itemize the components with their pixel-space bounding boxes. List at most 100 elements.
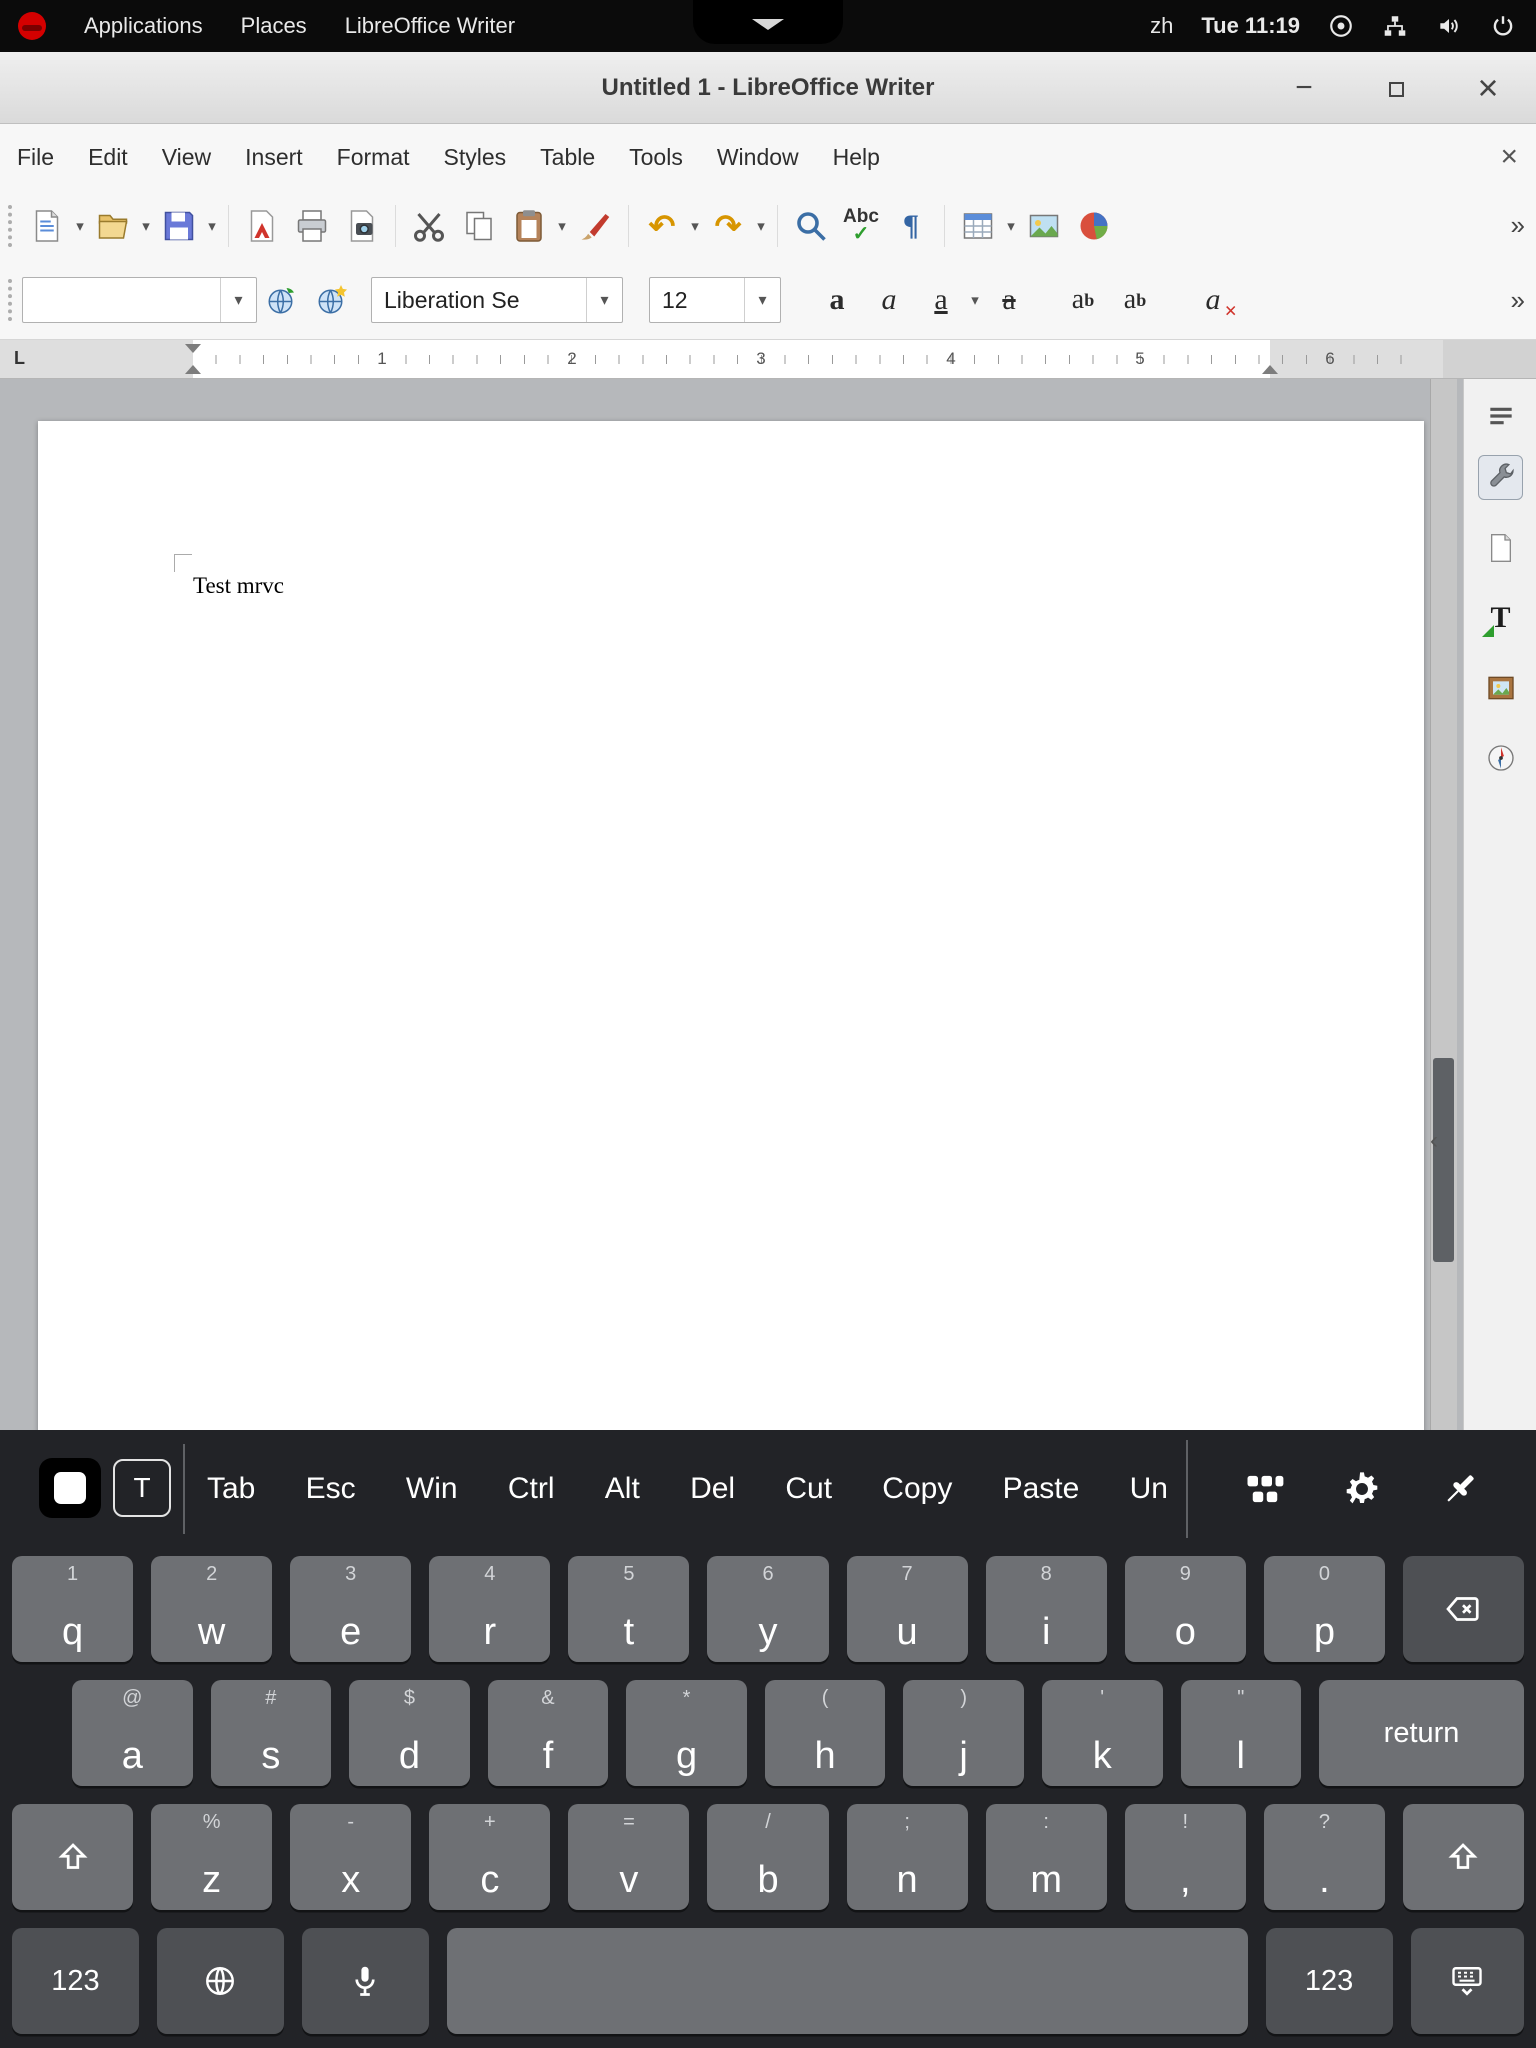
restore-button[interactable]	[1378, 71, 1414, 105]
key-u[interactable]: 7u	[847, 1556, 968, 1662]
undo-button[interactable]: ↶	[637, 198, 687, 254]
key-copy[interactable]: Copy	[880, 1464, 954, 1514]
key-cut[interactable]: Cut	[783, 1464, 834, 1514]
key-numbers-right[interactable]: 123	[1266, 1928, 1393, 2034]
key-tab[interactable]: Tab	[205, 1464, 257, 1514]
key-w[interactable]: 2w	[151, 1556, 272, 1662]
minimize-button[interactable]: −	[1286, 71, 1322, 105]
paste-button[interactable]	[504, 198, 554, 254]
key-i[interactable]: 8i	[986, 1556, 1107, 1662]
print-preview-button[interactable]	[337, 198, 387, 254]
key-e[interactable]: 3e	[290, 1556, 411, 1662]
menu-styles[interactable]: Styles	[427, 134, 524, 181]
key-numbers-left[interactable]: 123	[12, 1928, 139, 2034]
accessibility-icon[interactable]	[1328, 13, 1354, 39]
find-replace-button[interactable]	[786, 198, 836, 254]
new-document-button[interactable]	[22, 198, 72, 254]
key-l[interactable]: "l	[1181, 1680, 1302, 1786]
menu-table[interactable]: Table	[523, 134, 612, 181]
clear-formatting-button[interactable]: a ×	[1187, 272, 1239, 328]
new-style-button[interactable]	[307, 272, 357, 328]
key-shift-right[interactable]	[1403, 1804, 1524, 1910]
subscript-button[interactable]: a b	[1109, 272, 1161, 328]
key-o[interactable]: 9o	[1125, 1556, 1246, 1662]
insert-table-button[interactable]	[953, 198, 1003, 254]
sidebar-properties-button[interactable]	[1478, 455, 1523, 500]
extra-keys-icon[interactable]	[1244, 1468, 1286, 1510]
keyboard-indicator-notch[interactable]	[693, 0, 843, 44]
sidebar-page-button[interactable]	[1478, 525, 1523, 570]
paragraph-style-combo[interactable]: ▾	[22, 277, 257, 323]
key-n[interactable]: ;n	[847, 1804, 968, 1910]
key-terminal-toggle[interactable]: T	[113, 1459, 171, 1517]
open-file-dropdown[interactable]: ▾	[138, 217, 154, 235]
close-window-button[interactable]: ×	[1470, 67, 1506, 109]
save-dropdown[interactable]: ▾	[204, 217, 220, 235]
key-h[interactable]: (h	[765, 1680, 886, 1786]
key-v[interactable]: =v	[568, 1804, 689, 1910]
save-button[interactable]	[154, 198, 204, 254]
key-g[interactable]: *g	[626, 1680, 747, 1786]
key-r[interactable]: 4r	[429, 1556, 550, 1662]
cut-button[interactable]	[404, 198, 454, 254]
window-title-bar[interactable]: Untitled 1 - LibreOffice Writer − ×	[0, 52, 1536, 124]
key-z[interactable]: %z	[151, 1804, 272, 1910]
key-dictation[interactable]	[302, 1928, 429, 2034]
key-paste[interactable]: Paste	[1001, 1464, 1082, 1514]
menu-help[interactable]: Help	[816, 134, 897, 181]
sidebar-settings-button[interactable]	[1478, 393, 1523, 438]
key-del[interactable]: Del	[688, 1464, 737, 1514]
key-p[interactable]: 0p	[1264, 1556, 1385, 1662]
key-ctrl[interactable]: Ctrl	[506, 1464, 557, 1514]
print-button[interactable]	[287, 198, 337, 254]
sidebar-navigator-button[interactable]	[1478, 735, 1523, 780]
applications-menu[interactable]: Applications	[84, 13, 203, 39]
toolbar-grip[interactable]	[8, 279, 12, 321]
menu-edit[interactable]: Edit	[71, 134, 145, 181]
copy-button[interactable]	[454, 198, 504, 254]
key-q[interactable]: 1q	[12, 1556, 133, 1662]
key-x[interactable]: -x	[290, 1804, 411, 1910]
font-name-dropdown[interactable]: ▾	[586, 278, 622, 322]
key-undo-truncated[interactable]: Un	[1128, 1464, 1170, 1514]
key-j[interactable]: )j	[903, 1680, 1024, 1786]
underline-button[interactable]: a	[915, 272, 967, 328]
formatting-marks-button[interactable]: ¶	[886, 198, 936, 254]
font-size-combo[interactable]: 12 ▾	[649, 277, 781, 323]
clone-formatting-button[interactable]	[570, 198, 620, 254]
close-document-button[interactable]: ×	[1500, 140, 1518, 174]
key-globe[interactable]	[157, 1928, 284, 2034]
power-icon[interactable]	[1490, 13, 1516, 39]
insert-chart-button[interactable]	[1069, 198, 1119, 254]
volume-icon[interactable]	[1436, 13, 1462, 39]
insert-table-dropdown[interactable]: ▾	[1003, 217, 1019, 235]
new-document-dropdown[interactable]: ▾	[72, 217, 88, 235]
key-f[interactable]: &f	[488, 1680, 609, 1786]
spelling-button[interactable]: Abc ✓	[836, 198, 886, 254]
key-s[interactable]: #s	[211, 1680, 332, 1786]
undo-dropdown[interactable]: ▾	[687, 217, 703, 235]
active-app-menu[interactable]: LibreOffice Writer	[345, 13, 515, 39]
font-size-dropdown[interactable]: ▾	[744, 278, 780, 322]
right-indent-marker[interactable]	[1262, 365, 1278, 374]
menu-window[interactable]: Window	[700, 134, 816, 181]
key-win[interactable]: Win	[404, 1464, 460, 1514]
document-text[interactable]: Test mrvc	[193, 573, 284, 599]
first-line-indent-marker[interactable]	[185, 344, 201, 353]
toolbar-overflow-button[interactable]: »	[1511, 285, 1522, 316]
keyboard-mode-toggle[interactable]	[39, 1458, 101, 1518]
pin-keyboard-icon[interactable]	[1439, 1468, 1481, 1510]
key-backspace[interactable]	[1403, 1556, 1524, 1662]
italic-button[interactable]: a	[863, 272, 915, 328]
key-return[interactable]: return	[1319, 1680, 1524, 1786]
left-indent-marker[interactable]	[185, 365, 201, 374]
open-file-button[interactable]	[88, 198, 138, 254]
key-shift-left[interactable]	[12, 1804, 133, 1910]
menu-insert[interactable]: Insert	[228, 134, 320, 181]
sidebar-styles-button[interactable]: T	[1478, 595, 1523, 640]
toolbar-overflow-button[interactable]: »	[1511, 210, 1522, 241]
key-k[interactable]: 'k	[1042, 1680, 1163, 1786]
keyboard-settings-gear-icon[interactable]	[1341, 1468, 1383, 1510]
key-d[interactable]: $d	[349, 1680, 470, 1786]
toolbar-grip[interactable]	[8, 205, 12, 247]
